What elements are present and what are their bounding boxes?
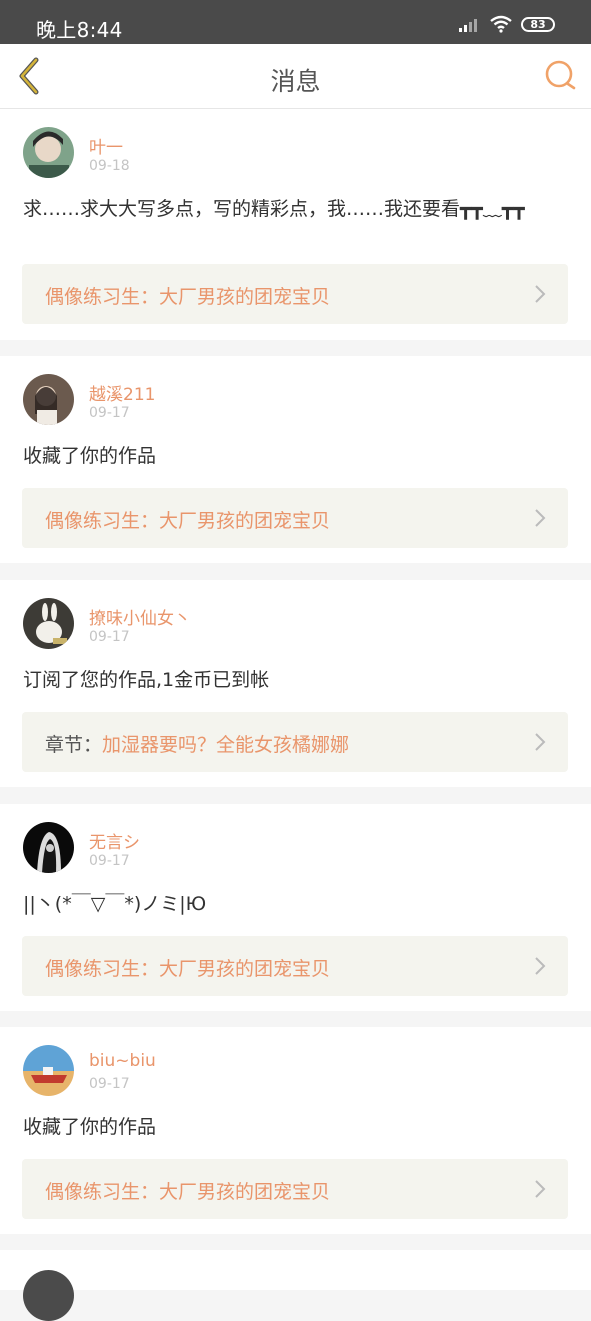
chevron-right-icon	[535, 733, 546, 751]
avatar[interactable]	[23, 1270, 74, 1321]
chapter-link[interactable]: 章节：加湿器要吗？全能女孩橘娜娜	[22, 712, 568, 772]
search-icon[interactable]	[543, 58, 579, 94]
avatar[interactable]	[23, 822, 74, 873]
avatar[interactable]	[23, 598, 74, 649]
work-title: 偶像练习生：大厂男孩的团宠宝贝	[45, 958, 331, 980]
link-prefix: 章节：	[45, 734, 103, 756]
message-text: 求……求大大写多点，写的精彩点，我……我还要看┳┳﹏┳┳	[23, 198, 525, 220]
work-link-label: 偶像练习生：大厂男孩的团宠宝贝	[45, 282, 330, 309]
chapter-title: 加湿器要吗？全能女孩橘娜娜	[102, 734, 350, 756]
message-date: 09-17	[89, 405, 130, 421]
chapter-link-label: 章节：加湿器要吗？全能女孩橘娜娜	[45, 730, 349, 757]
message-card: 越溪211 09-17 收藏了你的作品 偶像练习生：大厂男孩的团宠宝贝	[0, 356, 591, 563]
message-card: biu~biu 09-17 收藏了你的作品 偶像练习生：大厂男孩的团宠宝贝	[0, 1027, 591, 1234]
navigation-bar: 消息	[0, 44, 591, 109]
work-link[interactable]: 偶像练习生：大厂男孩的团宠宝贝	[22, 936, 568, 996]
work-title: 偶像练习生：大厂男孩的团宠宝贝	[45, 1181, 331, 1203]
chevron-right-icon	[535, 957, 546, 975]
username[interactable]: biu~biu	[89, 1051, 156, 1071]
message-date: 09-17	[89, 1076, 130, 1092]
message-text: ||丶(*￣▽￣*)ノミ|Ю	[23, 893, 207, 915]
message-text: 收藏了你的作品	[23, 445, 157, 467]
page-title: 消息	[270, 67, 321, 96]
status-icons: 83	[459, 14, 555, 34]
username[interactable]: 撩味小仙女丶	[89, 604, 191, 629]
message-text: 收藏了你的作品	[23, 1116, 157, 1138]
message-text: 订阅了您的作品,1金币已到帐	[23, 669, 270, 691]
work-title: 偶像练习生：大厂男孩的团宠宝贝	[45, 286, 331, 308]
signal-icon	[459, 19, 477, 32]
wifi-icon	[490, 15, 512, 33]
battery-indicator: 83	[521, 16, 555, 32]
username[interactable]: 越溪211	[89, 380, 155, 405]
message-card: 撩味小仙女丶 09-17 订阅了您的作品,1金币已到帐 章节：加湿器要吗？全能女…	[0, 580, 591, 787]
avatar[interactable]	[23, 127, 74, 178]
work-title: 偶像练习生：大厂男孩的团宠宝贝	[45, 510, 331, 532]
work-link[interactable]: 偶像练习生：大厂男孩的团宠宝贝	[22, 264, 568, 324]
avatar[interactable]	[23, 374, 74, 425]
chevron-right-icon	[535, 509, 546, 527]
chevron-right-icon	[535, 1180, 546, 1198]
username[interactable]: 叶一	[89, 133, 123, 158]
message-card: 叶一 09-18 求……求大大写多点，写的精彩点，我……我还要看┳┳﹏┳┳ 偶像…	[0, 109, 591, 340]
work-link[interactable]: 偶像练习生：大厂男孩的团宠宝贝	[22, 488, 568, 548]
work-link-label: 偶像练习生：大厂男孩的团宠宝贝	[45, 954, 330, 981]
message-date: 09-17	[89, 853, 130, 869]
message-date: 09-18	[89, 158, 130, 174]
work-link-label: 偶像练习生：大厂男孩的团宠宝贝	[45, 506, 330, 533]
username[interactable]: 无言シ	[89, 828, 140, 853]
work-link-label: 偶像练习生：大厂男孩的团宠宝贝	[45, 1177, 330, 1204]
message-card-partial	[0, 1250, 591, 1321]
status-bar: 晚上8:44 83	[0, 0, 591, 44]
status-time: 晚上8:44	[36, 18, 123, 42]
chevron-right-icon	[535, 285, 546, 303]
avatar[interactable]	[23, 1045, 74, 1096]
message-card: 无言シ 09-17 ||丶(*￣▽￣*)ノミ|Ю 偶像练习生：大厂男孩的团宠宝贝	[0, 804, 591, 1011]
work-link[interactable]: 偶像练习生：大厂男孩的团宠宝贝	[22, 1159, 568, 1219]
message-date: 09-17	[89, 629, 130, 645]
